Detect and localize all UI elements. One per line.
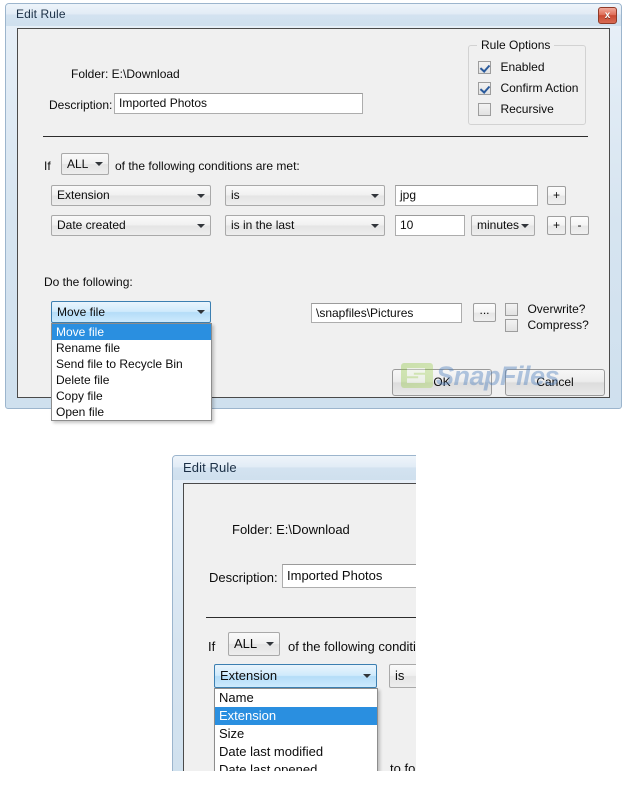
target-path-input[interactable]: \snapfiles\Pictures [311, 303, 462, 323]
action-combo-value: Move file [57, 305, 106, 319]
inset-section-divider [206, 617, 416, 618]
inset-title-bar: Edit Rule [173, 456, 416, 480]
conditions-label: of the following conditions are met: [115, 159, 300, 173]
condition-1-operator-combo[interactable]: is [225, 185, 385, 206]
checkbox-enabled[interactable]: Enabled [478, 59, 545, 77]
inset-edit-rule-window: Edit Rule Folder: E:\Download Descriptio… [172, 455, 416, 771]
action-option-3[interactable]: Delete file [52, 372, 211, 388]
rule-options-group: Rule Options Enabled Confirm Action Recu… [468, 38, 586, 125]
chevron-down-icon [266, 642, 274, 646]
condition-2-add-button[interactable]: + [547, 216, 566, 235]
condition-1-value-input[interactable]: jpg [395, 185, 538, 206]
inset-field-dropdown-list[interactable]: Name Extension Size Date last modified D… [214, 688, 378, 771]
condition-2-operator-value: is in the last [231, 218, 295, 232]
ok-button[interactable]: OK [392, 369, 492, 396]
description-label: Description: [49, 98, 113, 112]
do-the-following-label: Do the following: [44, 275, 133, 289]
checkbox-compress[interactable]: Compress? [505, 317, 589, 335]
inset-match-mode-value: ALL [234, 636, 258, 651]
close-icon[interactable]: x [598, 7, 617, 24]
inset-conditions-label: of the following conditions are [288, 639, 416, 654]
chevron-down-icon [197, 223, 205, 228]
inset-to-folder-label: to folde [390, 761, 416, 771]
checkbox-confirm-action[interactable]: Confirm Action [478, 80, 578, 98]
inset-field-option-4[interactable]: Date last opened [215, 761, 377, 771]
chevron-down-icon [197, 193, 205, 198]
condition-1-add-button[interactable]: + [547, 186, 566, 205]
condition-2-value-input[interactable]: 10 [395, 215, 465, 236]
action-option-1[interactable]: Rename file [52, 340, 211, 356]
checkbox-enabled-label: Enabled [500, 60, 545, 74]
inset-description-label: Description: [209, 570, 278, 585]
checkbox-recursive-box[interactable] [478, 103, 491, 116]
inset-field-combo[interactable]: Extension [214, 664, 377, 688]
action-option-5[interactable]: Open file [52, 404, 211, 420]
inset-description-input[interactable]: Imported Photos [282, 564, 416, 588]
screenshot-root: Edit Rule x Rule Options Enabled Confirm… [0, 0, 627, 792]
condition-2-remove-button[interactable]: - [570, 216, 589, 235]
action-option-4[interactable]: Copy file [52, 388, 211, 404]
inset-field-option-1[interactable]: Extension [215, 707, 377, 725]
chevron-down-icon [371, 223, 379, 228]
condition-1-field-value: Extension [57, 188, 110, 202]
folder-label: Folder: E:\Download [71, 67, 180, 81]
cancel-button[interactable]: Cancel [505, 369, 605, 396]
condition-2-operator-combo[interactable]: is in the last [225, 215, 385, 236]
inset-operator-value: is [395, 668, 405, 683]
action-combo[interactable]: Move file [51, 301, 211, 323]
checkbox-overwrite-box[interactable] [505, 303, 518, 316]
action-dropdown-list[interactable]: Move file Rename file Send file to Recyc… [51, 323, 212, 421]
checkbox-compress-box[interactable] [505, 319, 518, 332]
condition-2-unit-value: minutes [477, 218, 520, 232]
section-divider-top [43, 136, 588, 137]
match-mode-value: ALL [67, 157, 89, 171]
chevron-down-icon [95, 162, 103, 166]
inset-dialog-client-area: Folder: E:\Download Description: Importe… [183, 483, 416, 771]
inset-match-mode-combo[interactable]: ALL [228, 632, 280, 656]
inset-window-title: Edit Rule [183, 460, 237, 475]
action-option-0[interactable]: Move file [52, 324, 211, 340]
checkbox-confirm-action-box[interactable] [478, 82, 491, 95]
condition-2-field-combo[interactable]: Date created [51, 215, 211, 236]
edit-rule-window: Edit Rule x Rule Options Enabled Confirm… [5, 3, 622, 421]
rule-options-title: Rule Options [477, 38, 555, 52]
title-bar: Edit Rule x [6, 4, 621, 26]
condition-1-operator-value: is [231, 188, 240, 202]
chevron-down-icon [521, 223, 529, 228]
if-label: If [44, 159, 51, 173]
condition-2-unit-combo[interactable]: minutes [471, 215, 535, 236]
checkbox-enabled-box[interactable] [478, 61, 491, 74]
inset-field-option-0[interactable]: Name [215, 689, 377, 707]
chevron-down-icon [197, 310, 205, 314]
inset-operator-combo[interactable]: is [389, 664, 416, 688]
inset-field-option-2[interactable]: Size [215, 725, 377, 743]
inset-if-label: If [208, 639, 216, 654]
checkbox-recursive-label: Recursive [500, 102, 554, 116]
checkbox-compress-label: Compress? [527, 318, 589, 332]
checkbox-overwrite-label: Overwrite? [527, 302, 586, 316]
chevron-down-icon [363, 674, 371, 678]
checkbox-confirm-action-label: Confirm Action [500, 81, 579, 95]
description-input[interactable]: Imported Photos [114, 93, 363, 114]
inset-folder-label: Folder: E:\Download [232, 522, 350, 537]
match-mode-combo[interactable]: ALL [61, 153, 109, 175]
inset-window-clip: Edit Rule Folder: E:\Download Descriptio… [172, 455, 416, 771]
inset-field-option-3[interactable]: Date last modified [215, 743, 377, 761]
inset-field-combo-value: Extension [220, 668, 278, 683]
window-title: Edit Rule [16, 7, 66, 21]
checkbox-recursive[interactable]: Recursive [478, 101, 554, 119]
action-option-2[interactable]: Send file to Recycle Bin [52, 356, 211, 372]
browse-button[interactable]: ... [473, 303, 496, 322]
chevron-down-icon [371, 193, 379, 198]
condition-2-field-value: Date created [57, 218, 126, 232]
condition-1-field-combo[interactable]: Extension [51, 185, 211, 206]
dialog-client-area: Rule Options Enabled Confirm Action Recu… [17, 28, 610, 421]
